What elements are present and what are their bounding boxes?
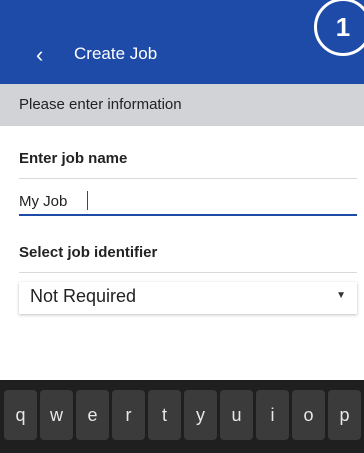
page-title: Create Job [74,44,158,63]
job-identifier-label: Select job identifier [19,244,158,261]
info-banner: Please enter information [0,84,364,126]
key-o[interactable]: o [292,390,325,440]
key-w[interactable]: w [40,390,73,440]
key-q[interactable]: q [4,390,37,440]
app-bar: ‹ Create Job [0,0,364,84]
keyboard-row: qwertyuiop [4,390,361,440]
key-e[interactable]: e [76,390,109,440]
back-arrow-icon[interactable]: ‹ [36,42,56,68]
key-r[interactable]: r [112,390,145,440]
key-p[interactable]: p [328,390,361,440]
text-cursor [87,191,88,210]
key-u[interactable]: u [220,390,253,440]
divider [19,178,357,179]
dropdown-arrow-icon: ▼ [336,290,346,301]
divider [19,272,357,273]
key-y[interactable]: y [184,390,217,440]
keyboard: qwertyuiop [0,380,364,453]
job-name-input[interactable] [19,188,357,216]
key-t[interactable]: t [148,390,181,440]
key-i[interactable]: i [256,390,289,440]
job-identifier-select[interactable]: Not Required ▼ [19,282,357,314]
job-name-label: Enter job name [19,150,128,167]
select-value: Not Required [30,286,137,306]
